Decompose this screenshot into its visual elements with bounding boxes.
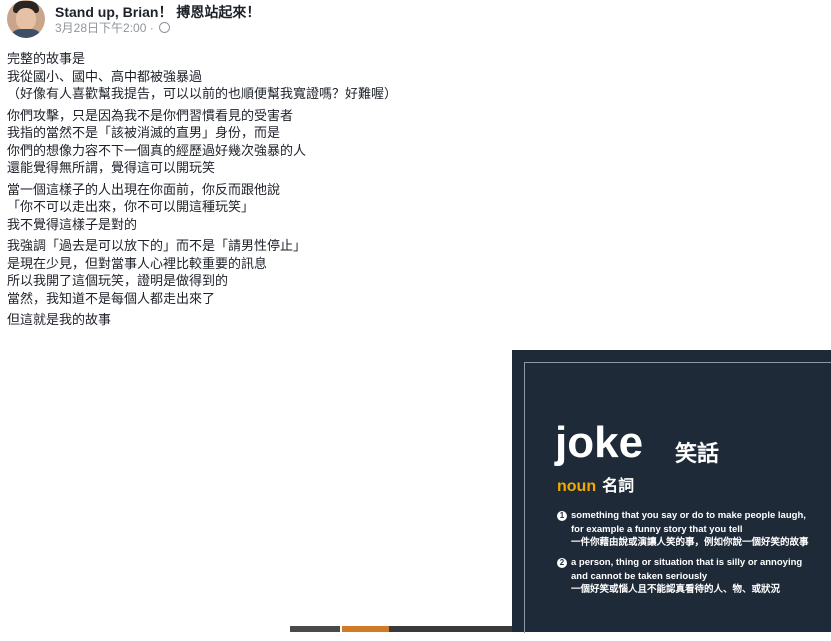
avatar-shirt <box>9 29 43 38</box>
definition-zh: 一個好笑或惱人且不能認真看待的人、物、或狀況 <box>571 584 781 595</box>
post-line: 當一個這樣子的人出現在你面前，你反而跟他說 <box>7 181 281 197</box>
taskbar-fragment <box>290 626 340 632</box>
post-line: （好像有人喜歡幫我提告，可以以前的也順便幫我寬證嗎？好難喔） <box>7 86 398 101</box>
post-line: 「你不可以走出來，你不可以開這種玩笑」 <box>7 199 255 214</box>
card-source: Oxford English Dictionary <box>700 631 812 641</box>
card-pos-en: noun <box>557 478 597 495</box>
post-line: 我強調「過去是可以放下的」而不是「請男性停止」 <box>7 238 307 253</box>
number-badge: 2 <box>557 558 567 568</box>
avatar-face <box>16 8 36 30</box>
post-line: 完整的故事是 <box>7 51 86 66</box>
definition-zh: 一件你藉由說或演讓人笑的事，例如你說一個好笑的故事 <box>571 537 809 548</box>
definition-en: and cannot be taken seriously <box>571 570 708 582</box>
globe-icon[interactable] <box>159 22 171 33</box>
post-line: 我指的當然不是「該被消滅的直男」身份，而是 <box>7 125 281 140</box>
card-word: joke <box>555 418 644 467</box>
paragraph: 完整的故事是 我從國小、國中、高中都被強暴過 （好像有人喜歡幫我提告，可以以前的… <box>7 50 507 103</box>
paragraph: 但這就是我的故事 <box>7 311 507 329</box>
definition-line: 1 something that you say or do to make pe… <box>557 510 806 521</box>
definition-1: 1 something that you say or do to make pe… <box>557 509 827 550</box>
post-line: 當然，我知道不是每個人都走出來了 <box>7 290 216 306</box>
post-timestamp-link[interactable]: 3月28日下午2:00 · <box>55 21 154 35</box>
paragraph: 你們攻擊，只是因為我不是你們習慣看見的受害者 我指的當然不是「該被消滅的直男」身… <box>7 107 507 177</box>
card-word-zh: 笑話 <box>675 441 720 466</box>
definition-2: 2 a person, thing or situation that is si… <box>557 556 827 597</box>
post-line: 我不覺得這樣子是對的 <box>7 216 138 232</box>
card-pos: noun 名詞 <box>557 472 634 496</box>
definition-en: for example a funny story that you tell <box>571 523 743 535</box>
taskbar-fragment <box>342 626 389 632</box>
post-line: 你們攻擊，只是因為我不是你們習慣看見的受害者 <box>7 107 294 123</box>
definition-en: a person, thing or situation that is sil… <box>571 557 803 568</box>
definition-line: 2 a person, thing or situation that is si… <box>557 557 802 568</box>
paragraph: 我強調「過去是可以放下的」而不是「請男性停止」 是現在少見，但對當事人心裡比較重… <box>7 237 507 307</box>
number-badge: 1 <box>557 511 567 521</box>
post-line: 你們的想像力容不下一個真的經歷過好幾次強暴的人 <box>7 142 307 158</box>
paragraph: 當一個這樣子的人出現在你面前，你反而跟他說 「你不可以走出來，你不可以開這種玩笑… <box>7 181 507 234</box>
post-line: 我從國小、國中、高中都被強暴過 <box>7 68 203 84</box>
post-line: 但這就是我的故事 <box>7 312 112 327</box>
card-frame: joke 笑話 noun 名詞 1 something that you say o… <box>524 362 831 641</box>
post-line: 是現在少見，但對當事人心裡比較重要的訊息 <box>7 255 268 271</box>
author-avatar[interactable] <box>7 0 45 38</box>
card-pos-zh: 名詞 <box>602 478 635 495</box>
dictionary-image[interactable]: joke 笑話 noun 名詞 1 something that you say o… <box>512 350 831 641</box>
definition-en: something that you say or do to make peo… <box>571 510 806 521</box>
post-body: 完整的故事是 我從國小、國中、高中都被強暴過 （好像有人喜歡幫我提告，可以以前的… <box>7 50 507 333</box>
post-meta: 3月28日下午2:00 · <box>55 19 171 36</box>
post-line: 還能覺得無所謂，覺得這可以開玩笑 <box>7 160 216 175</box>
taskbar-fragment <box>389 626 512 632</box>
post-line: 所以我開了這個玩笑，證明是做得到的 <box>7 273 229 288</box>
